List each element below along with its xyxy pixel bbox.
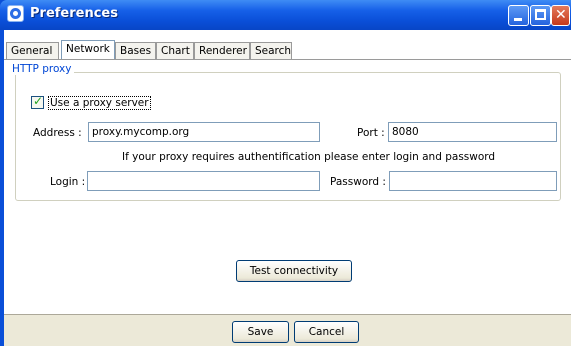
- window-title: Preferences: [30, 6, 118, 21]
- address-label: Address :: [33, 127, 82, 139]
- tab-search[interactable]: Search: [250, 42, 292, 59]
- port-label: Port :: [357, 127, 385, 139]
- close-icon: ✕: [555, 7, 567, 23]
- http-proxy-group-label: HTTP proxy: [10, 63, 74, 75]
- test-connectivity-button[interactable]: Test connectivity: [236, 260, 352, 282]
- tab-network[interactable]: Network: [61, 40, 115, 60]
- tab-general[interactable]: General: [6, 42, 59, 59]
- login-label: Login :: [50, 176, 86, 188]
- close-button[interactable]: ✕: [551, 5, 570, 26]
- address-input[interactable]: [88, 122, 320, 142]
- app-icon: [7, 5, 24, 22]
- port-input[interactable]: [388, 122, 557, 142]
- password-label: Password :: [330, 176, 386, 188]
- use-proxy-label[interactable]: Use a proxy server: [48, 96, 151, 110]
- checkmark-icon: ✓: [33, 94, 44, 108]
- auth-note: If your proxy requires authentification …: [122, 151, 496, 163]
- maximize-button[interactable]: [530, 5, 551, 26]
- use-proxy-checkbox[interactable]: ✓: [31, 94, 44, 109]
- password-input[interactable]: [389, 171, 557, 191]
- minimize-button[interactable]: [508, 5, 529, 26]
- title-bar[interactable]: Preferences ✕: [0, 0, 571, 30]
- preferences-window: Preferences ✕ General Bases Chart Render…: [0, 0, 571, 346]
- tab-divider: [4, 59, 571, 60]
- footer-divider: [4, 314, 571, 315]
- minimize-icon: [514, 18, 522, 21]
- cancel-button[interactable]: Cancel: [294, 321, 359, 343]
- maximize-icon: [535, 9, 546, 20]
- save-button[interactable]: Save: [232, 321, 289, 343]
- tab-chart[interactable]: Chart: [156, 42, 194, 59]
- dialog-client-area: General Bases Chart Renderer Search Netw…: [4, 30, 571, 346]
- tab-renderer[interactable]: Renderer: [194, 42, 250, 59]
- login-input[interactable]: [87, 171, 320, 191]
- tab-bases[interactable]: Bases: [115, 42, 156, 59]
